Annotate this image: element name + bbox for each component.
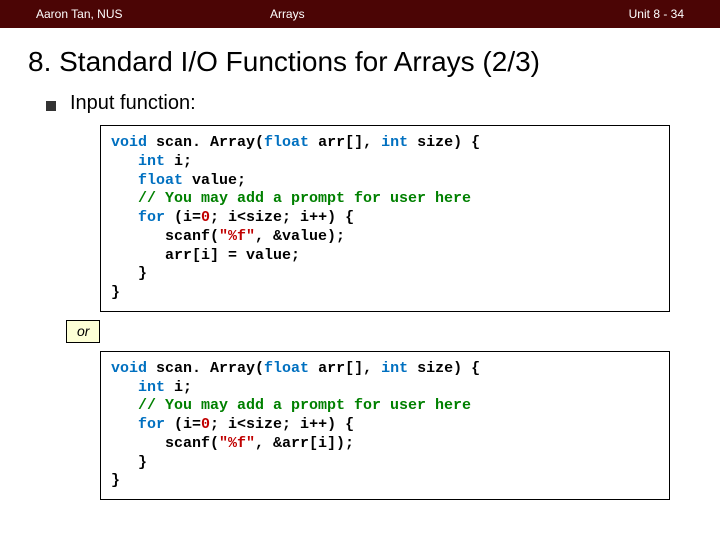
kw-int: int bbox=[381, 360, 408, 377]
code-text: scanf( bbox=[111, 228, 219, 245]
lit-zero: 0 bbox=[201, 209, 210, 226]
kw-float: float bbox=[111, 172, 183, 189]
slide-header: Aaron Tan, NUS Arrays Unit 8 - 34 bbox=[0, 0, 720, 28]
code-text: (i= bbox=[165, 209, 201, 226]
code-block-1: void scan. Array(float arr[], int size) … bbox=[100, 125, 670, 312]
code-text: arr[], bbox=[309, 360, 381, 377]
slide-root: Aaron Tan, NUS Arrays Unit 8 - 34 8. Sta… bbox=[0, 0, 720, 540]
bullet-input-function: Input function: bbox=[46, 92, 700, 115]
code-comment: // You may add a prompt for user here bbox=[111, 190, 471, 207]
code-comment: // You may add a prompt for user here bbox=[111, 397, 471, 414]
code-text: } bbox=[111, 454, 147, 471]
kw-for: for bbox=[111, 209, 165, 226]
code-text: scanf( bbox=[111, 435, 219, 452]
kw-float: float bbox=[264, 134, 309, 151]
code-text: arr[], bbox=[309, 134, 381, 151]
header-pager: Unit 8 - 34 bbox=[474, 7, 684, 21]
kw-int: int bbox=[111, 379, 165, 396]
code-text: i; bbox=[165, 379, 192, 396]
code-text: , &value); bbox=[255, 228, 345, 245]
slide-title: 8. Standard I/O Functions for Arrays (2/… bbox=[28, 46, 692, 78]
code-text: size) { bbox=[408, 134, 480, 151]
code-text: scan. Array( bbox=[147, 134, 264, 151]
code-text: size) { bbox=[408, 360, 480, 377]
code-text: } bbox=[111, 265, 147, 282]
kw-for: for bbox=[111, 416, 165, 433]
or-label: or bbox=[66, 320, 100, 343]
code-text: } bbox=[111, 472, 120, 489]
lit-format: "%f" bbox=[219, 228, 255, 245]
code-text: scan. Array( bbox=[147, 360, 264, 377]
code-text: , &arr[i]); bbox=[255, 435, 354, 452]
code-text: ; i<size; i++) { bbox=[210, 416, 354, 433]
code-block-2: void scan. Array(float arr[], int size) … bbox=[100, 351, 670, 500]
code-text: } bbox=[111, 284, 120, 301]
square-bullet-icon bbox=[46, 101, 56, 111]
header-author: Aaron Tan, NUS bbox=[36, 7, 240, 21]
kw-float: float bbox=[264, 360, 309, 377]
lit-format: "%f" bbox=[219, 435, 255, 452]
kw-void: void bbox=[111, 134, 147, 151]
bullet-label: Input function: bbox=[70, 92, 196, 115]
kw-int: int bbox=[111, 153, 165, 170]
code-text: i; bbox=[165, 153, 192, 170]
kw-int: int bbox=[381, 134, 408, 151]
code-text: ; i<size; i++) { bbox=[210, 209, 354, 226]
slide-body: Input function: void scan. Array(float a… bbox=[20, 92, 700, 500]
lit-zero: 0 bbox=[201, 416, 210, 433]
code-text: arr[i] = value; bbox=[111, 247, 300, 264]
header-topic: Arrays bbox=[240, 7, 474, 21]
code-text: (i= bbox=[165, 416, 201, 433]
kw-void: void bbox=[111, 360, 147, 377]
code-text: value; bbox=[183, 172, 246, 189]
